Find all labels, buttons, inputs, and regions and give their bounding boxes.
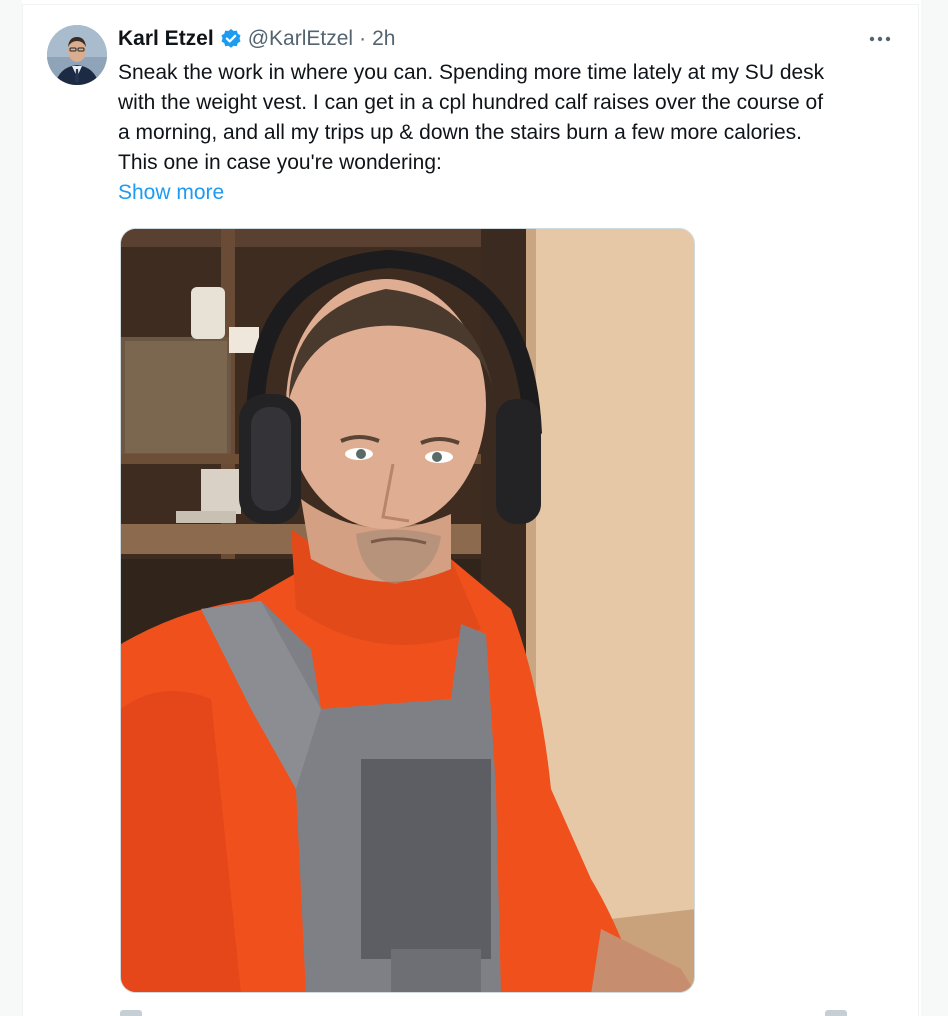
more-horizontal-icon[interactable] bbox=[862, 24, 898, 54]
action-bar-hint bbox=[825, 1010, 847, 1016]
avatar-photo bbox=[47, 25, 107, 85]
page-gutter-right bbox=[921, 0, 948, 1016]
selfie-photo-illustration bbox=[121, 229, 694, 992]
author-avatar[interactable] bbox=[47, 25, 107, 85]
tweet-photo[interactable] bbox=[120, 228, 695, 993]
tweet-header: Karl Etzel @KarlEtzel · 2h bbox=[118, 24, 395, 54]
tweet-text-line: Sneak the work in where you can. Spendin… bbox=[118, 61, 825, 84]
author-handle[interactable]: @KarlEtzel bbox=[248, 27, 353, 51]
tweet-text-line: a morning, and all my trips up & down th… bbox=[118, 121, 802, 144]
author-name[interactable]: Karl Etzel bbox=[118, 27, 214, 51]
tweet-text-line: This one in case you're wondering: bbox=[118, 151, 442, 174]
tweet-timestamp[interactable]: 2h bbox=[372, 27, 395, 51]
tweet-text-line: with the weight vest. I can get in a cpl… bbox=[118, 91, 824, 114]
action-bar-hint bbox=[120, 1010, 142, 1016]
show-more-link[interactable]: Show more bbox=[118, 178, 224, 208]
verified-badge-icon[interactable] bbox=[220, 28, 242, 50]
meta-separator: · bbox=[359, 27, 367, 50]
tweet-text: Sneak the work in where you can. Spendin… bbox=[118, 58, 898, 178]
page-gutter-left bbox=[0, 0, 22, 1016]
